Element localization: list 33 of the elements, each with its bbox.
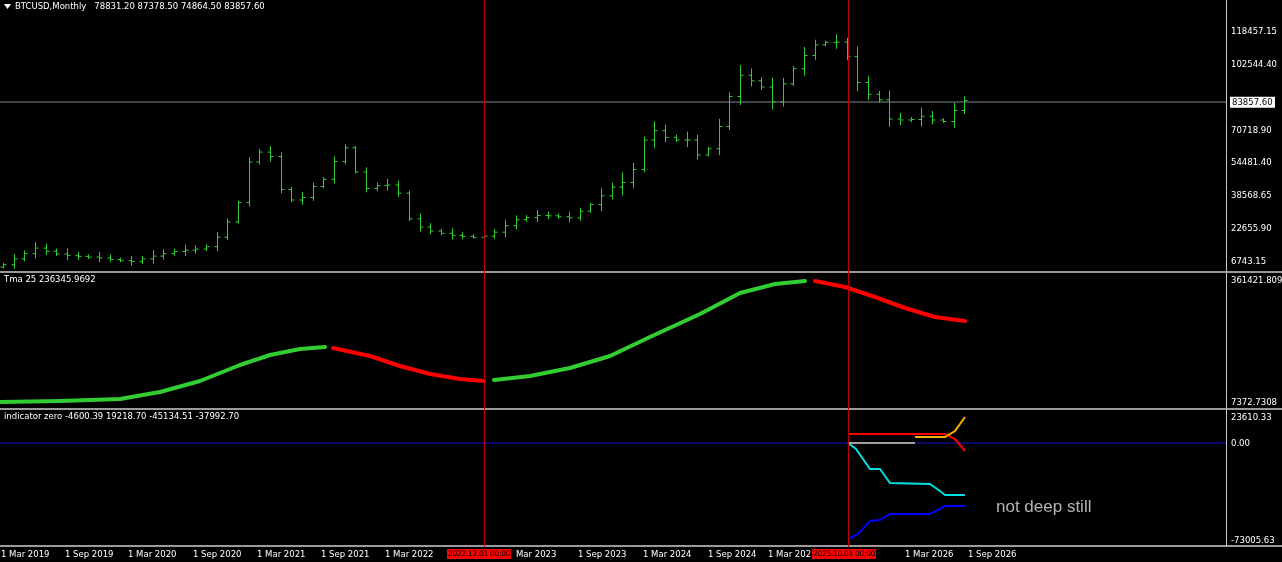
time-axis-label: 1 Sep 2024 (708, 550, 757, 559)
indicator-axis-label: -73005.63 (1231, 535, 1275, 545)
time-axis-label: 1 Mar 2020 (128, 550, 177, 559)
price-axis-label: 6743.15 (1231, 256, 1267, 266)
price-axis-label: 102544.40 (1231, 59, 1277, 69)
time-axis-label: 1 Mar 2024 (643, 550, 692, 559)
time-axis-label: 1 Sep 2026 (968, 550, 1017, 559)
dropdown-triangle-icon[interactable] (4, 3, 11, 9)
time-axis-label: 1 Mar 2026 (905, 550, 954, 559)
current-price-label: 83857.60 (1230, 96, 1275, 108)
time-axis-label: 1 Mar 2019 (1, 550, 50, 559)
indicator-label: indicator zero -4600.39 19218.70 -45134.51 -37992.70 (4, 412, 240, 421)
price-axis-label: 54481.40 (1231, 158, 1272, 167)
time-axis-label: 1 Sep 2020 (193, 550, 242, 559)
indicator-axis-label: 0.00 (1231, 438, 1250, 448)
indicator-axis-label: 23610.33 (1231, 412, 1272, 422)
time-axis-label: 1 Sep 2019 (65, 550, 114, 559)
time-axis-label: 1 Sep 2021 (321, 550, 370, 559)
tma-axis-label: 7372.7308 (1231, 397, 1277, 407)
time-axis-label: 1 Sep 2023 (578, 550, 627, 559)
price-axis-label: 22655.90 (1231, 223, 1272, 233)
price-axis-label: 118457.15 (1231, 26, 1277, 36)
ohlc-values: 78831.20 87378.50 74864.50 83857.60 (94, 2, 265, 11)
price-axis-label: 38568.65 (1231, 191, 1272, 200)
chart-title: BTCUSD,Monthly (15, 2, 87, 11)
time-axis-label: Mar 2023 (516, 550, 557, 559)
indicator-label: Tma 25 236345.9692 (4, 275, 96, 284)
time-axis-label: 1 Mar 2021 (257, 550, 306, 559)
tma-axis-label: 361421.809 (1231, 275, 1282, 285)
price-axis-label: 70718.90 (1231, 125, 1272, 134)
time-axis-label: 1 Mar 2022 (385, 550, 434, 559)
time-axis-label: 1 Mar 202 (768, 550, 812, 559)
chart-note: not deep still (996, 498, 1092, 515)
